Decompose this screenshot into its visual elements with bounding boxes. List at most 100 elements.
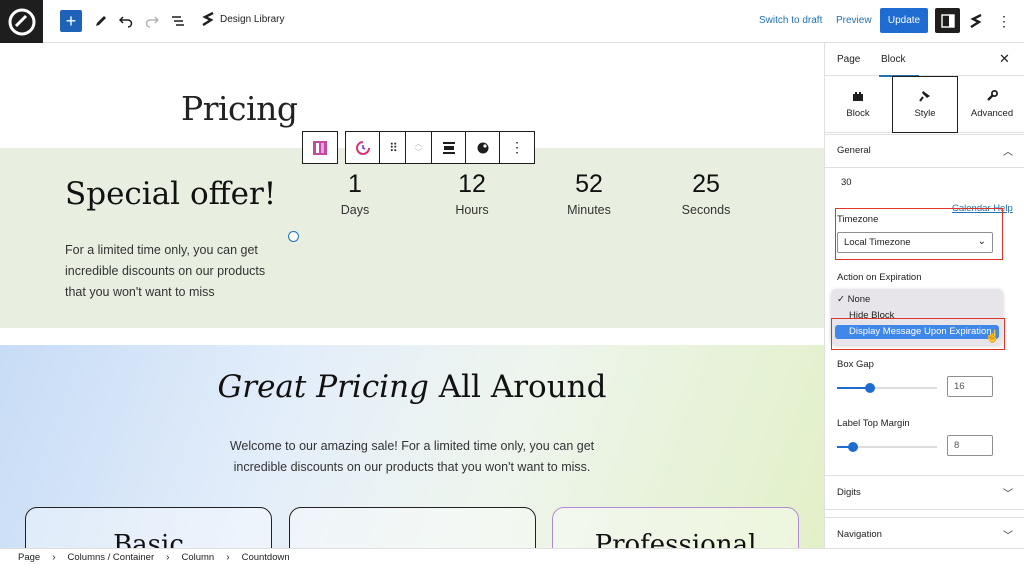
inspector-tab-advanced[interactable]: Advanced (959, 76, 1024, 133)
inspector-tab-label: Style (914, 108, 936, 119)
pricing-section[interactable]: Great Pricing All Around Welcome to our … (0, 345, 824, 548)
block-icon (853, 91, 863, 101)
tab-block[interactable]: Block (878, 54, 921, 77)
document-title-text: Design Library (220, 13, 285, 25)
plus-icon: + (65, 11, 77, 31)
breadcrumb-item[interactable]: Page (18, 552, 40, 563)
align-wide-icon (442, 141, 455, 154)
box-gap-slider[interactable] (837, 383, 937, 393)
countdown-value: 52 (575, 170, 603, 198)
brush-icon (919, 91, 930, 102)
slider-thumb[interactable] (848, 442, 858, 452)
chevron-down-icon: ﹀ (1003, 530, 1013, 542)
columns-block-icon (313, 140, 327, 155)
settings-toggle-button[interactable] (935, 8, 960, 33)
breadcrumb-item[interactable]: Countdown (242, 552, 290, 563)
block-type-button[interactable] (346, 132, 380, 163)
settings-sidebar: Page Block ✕ Block Style Advanced Genera… (824, 43, 1024, 548)
countdown-seconds[interactable]: 25 Seconds (661, 170, 751, 217)
tab-page[interactable]: Page (837, 54, 860, 65)
pricing-description-line: incredible discounts on our products tha… (233, 460, 591, 474)
inspector-tabs: Block Style Advanced (825, 76, 1024, 133)
select-parent-button[interactable] (303, 132, 337, 163)
chevron-right-icon: › (52, 551, 56, 563)
close-sidebar-button[interactable]: ✕ (999, 51, 1013, 67)
inspector-tab-block[interactable]: Block (825, 76, 891, 133)
close-icon: ✕ (999, 51, 1010, 66)
undo-icon (119, 16, 133, 28)
hand-pointer-icon: ☝ (985, 329, 1000, 343)
option-label: None (847, 294, 871, 305)
more-vertical-icon: ⋮ (510, 139, 524, 155)
site-logo[interactable] (0, 0, 43, 43)
block-controls-group: ⠿ ︿ ﹀ ⋮ (345, 131, 535, 164)
countdown-minutes[interactable]: 52 Minutes (544, 170, 634, 217)
undo-button[interactable] (114, 9, 138, 33)
pricing-description-line: Welcome to our amazing sale! For a limit… (229, 439, 595, 453)
countdown-value-display: 30 (841, 177, 852, 188)
timezone-value: Local Timezone (844, 237, 911, 248)
pricing-card-basic[interactable]: Basic (25, 507, 272, 548)
paint-icon (477, 142, 488, 153)
pricing-card-middle[interactable] (289, 507, 536, 548)
options-menu-button[interactable]: ⋮ (992, 9, 1016, 33)
edit-tool-button[interactable] (89, 9, 113, 33)
parent-selector-group (302, 131, 338, 164)
redo-button[interactable] (140, 9, 164, 33)
inspector-tab-style[interactable]: Style (892, 76, 958, 133)
card-title: Basic (113, 530, 184, 548)
dropdown-option-none[interactable]: ✓ None (837, 294, 870, 305)
drag-icon: ⠿ (389, 140, 398, 155)
pricing-title-rest: All Around (428, 369, 607, 405)
resize-handle[interactable] (288, 231, 299, 242)
chevron-right-icon: › (226, 551, 230, 563)
label-top-margin-slider[interactable] (837, 442, 937, 452)
alignment-button[interactable] (432, 132, 466, 163)
move-buttons[interactable]: ︿ ﹀ (406, 132, 432, 163)
countdown-hours[interactable]: 12 Hours (427, 170, 517, 217)
box-gap-label: Box Gap (837, 359, 874, 370)
breadcrumb-item[interactable]: Column (181, 552, 214, 563)
block-options-button[interactable]: ⋮ (500, 132, 534, 163)
offer-title[interactable]: Special offer! (65, 176, 276, 212)
top-toolbar: + Design Library Switch to draft Preview… (0, 0, 1024, 43)
countdown-value: 12 (458, 170, 486, 198)
update-button[interactable]: Update (880, 8, 928, 33)
breadcrumb-item[interactable]: Columns / Container (68, 552, 155, 563)
slider-thumb[interactable] (865, 383, 875, 393)
add-block-button[interactable]: + (60, 10, 82, 32)
style-copy-button[interactable] (466, 132, 500, 163)
block-toolbar: ⠿ ︿ ﹀ ⋮ (302, 131, 535, 164)
switch-to-draft-button[interactable]: Switch to draft (759, 15, 822, 26)
pricing-description[interactable]: Welcome to our amazing sale! For a limit… (0, 436, 824, 478)
redo-icon (145, 16, 159, 28)
navigation-panel-header[interactable]: Navigation ﹀ (825, 517, 1024, 548)
box-gap-input[interactable]: 16 (947, 376, 993, 397)
wrench-icon (987, 90, 998, 101)
countdown-label: Hours (455, 203, 489, 217)
countdown-days[interactable]: 1 Days (310, 170, 400, 217)
stackable-s-icon (202, 12, 214, 26)
document-title[interactable]: Design Library (202, 12, 284, 26)
offer-description[interactable]: For a limited time only, you can get inc… (65, 240, 287, 303)
countdown-label: Seconds (681, 203, 731, 217)
drag-handle[interactable]: ⠿ (380, 132, 406, 163)
stackable-logo-icon (8, 8, 35, 35)
pricing-card-professional[interactable]: Professional (552, 507, 799, 548)
digits-panel-header[interactable]: Digits ﹀ (825, 476, 1024, 510)
label-top-margin-label: Label Top Margin (837, 418, 910, 429)
sidebar-tabs: Page Block ✕ (825, 43, 1024, 77)
pricing-title[interactable]: Great Pricing All Around (0, 369, 824, 405)
label-top-margin-input[interactable]: 8 (947, 435, 993, 456)
general-panel-header[interactable]: General ︿ (825, 134, 1024, 168)
timezone-label: Timezone (837, 214, 879, 225)
stackable-settings-button[interactable] (964, 9, 988, 33)
special-offer-section[interactable]: Special offer! For a limited time only, … (0, 148, 824, 328)
document-overview-button[interactable] (166, 9, 190, 33)
chevron-down-icon: ﹀ (1003, 489, 1013, 500)
preview-button[interactable]: Preview (836, 15, 872, 26)
countdown-label: Minutes (567, 203, 611, 217)
page-heading[interactable]: Pricing (181, 89, 298, 128)
chevron-down-icon: ﹀ (414, 147, 423, 157)
timezone-select[interactable]: Local Timezone ⌄ (837, 232, 993, 253)
